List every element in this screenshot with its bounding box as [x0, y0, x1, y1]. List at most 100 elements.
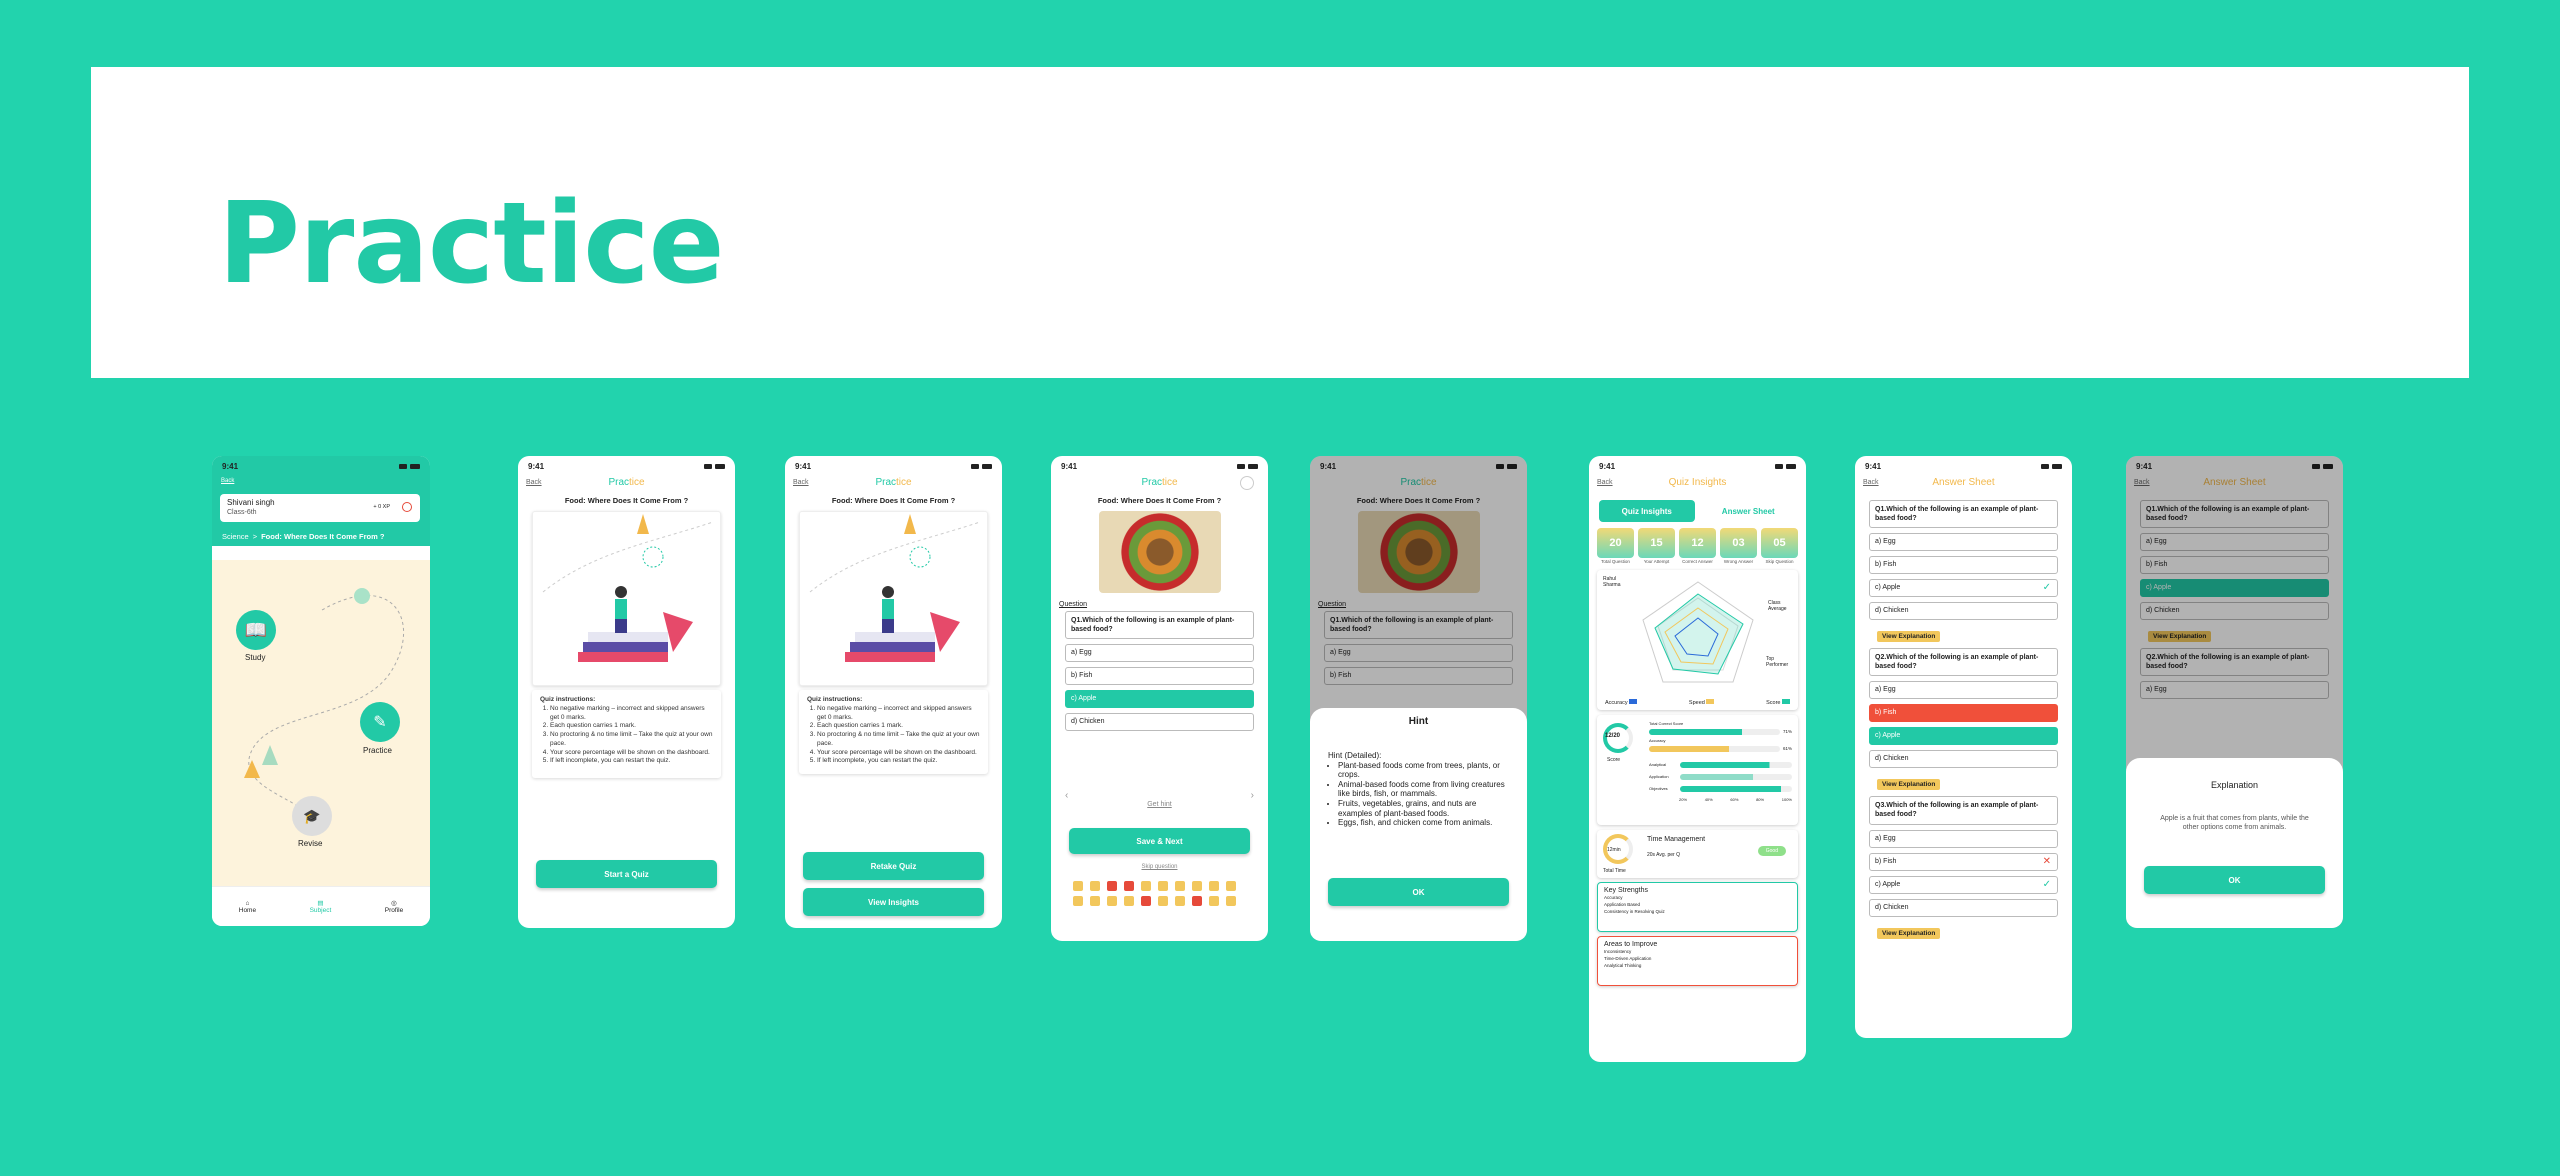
phone-practice-intro: 9:41 Back Practice Food: Where Does It Co… — [518, 456, 735, 928]
hint-item: Eggs, fish, and chicken come from animal… — [1338, 818, 1509, 828]
question-dot[interactable] — [1226, 896, 1236, 906]
retake-quiz-button[interactable]: Retake Quiz — [803, 852, 984, 880]
bar-fill — [1649, 745, 1780, 752]
food-image — [1098, 511, 1221, 593]
bar-value: 71% — [1782, 729, 1792, 735]
question-dot[interactable] — [1175, 896, 1185, 906]
question-dot[interactable] — [1090, 881, 1100, 891]
status-time: 9:41 — [1865, 461, 1882, 471]
option-b[interactable]: b) Fish — [1065, 667, 1254, 686]
bar-fill — [1680, 773, 1792, 780]
score-label: Score — [1607, 756, 1621, 763]
save-next-button[interactable]: Save & Next — [1069, 828, 1250, 854]
question-dot[interactable] — [1090, 896, 1100, 906]
view-explanation-button[interactable]: View Explanation — [1877, 779, 1941, 791]
question-dot[interactable] — [1124, 896, 1134, 906]
refresh-icon[interactable] — [402, 502, 412, 512]
tab-quiz-insights[interactable]: Quiz Insights — [1599, 500, 1695, 522]
practice-node-icon[interactable]: ✎ — [360, 702, 400, 742]
get-hint-link[interactable]: Get hint — [1051, 801, 1268, 808]
view-explanation-button[interactable]: View Explanation — [1877, 927, 1941, 939]
question-dot[interactable] — [1073, 881, 1083, 891]
explanation-sheet: Explanation Apple is a fruit that comes … — [2126, 758, 2343, 928]
legend-accuracy: Accuracy — [1605, 698, 1638, 706]
question-dot[interactable] — [1158, 881, 1168, 891]
radar-card: Rahul Sharma Class Average Top Performer… — [1597, 570, 1798, 710]
improve-item: Time-Driven Application — [1604, 956, 1652, 962]
tab-answer-sheet[interactable]: Answer Sheet — [1701, 500, 1797, 522]
question-dot[interactable] — [1158, 896, 1168, 906]
option-d[interactable]: d) Chicken — [1065, 713, 1254, 732]
screen-title: Practice — [875, 477, 912, 488]
bar-label: Objectives — [1649, 786, 1668, 792]
strengths-list: Accuracy Application Based Consistency i… — [1604, 894, 1791, 916]
hint-ok-button[interactable]: OK — [1328, 878, 1509, 906]
revise-node-icon[interactable]: 🎓 — [292, 796, 332, 836]
screen-title: Quiz Insights — [1668, 477, 1727, 488]
strength-item: Accuracy — [1604, 894, 1623, 900]
next-question-icon[interactable]: › — [1251, 790, 1254, 801]
back-link[interactable]: Back — [221, 478, 234, 484]
question-dot[interactable] — [1124, 881, 1134, 891]
option-a[interactable]: a) Egg — [1065, 644, 1254, 663]
stat-label: Wrong Answer — [1723, 559, 1754, 564]
stat-skip: 05 Skip Question — [1761, 528, 1798, 565]
revise-label: Revise — [298, 839, 323, 848]
hint-item: Plant-based foods come from trees, plant… — [1338, 761, 1509, 780]
question-dot[interactable] — [1073, 896, 1083, 906]
time-label: Total Time — [1603, 867, 1626, 874]
view-insights-button[interactable]: View Insights — [803, 888, 984, 916]
q3-option-a: a) Egg — [1869, 829, 2058, 848]
quiz-instructions: Quiz instructions: No negative marking –… — [799, 690, 988, 774]
question-dot[interactable] — [1192, 896, 1202, 906]
hint-icon[interactable] — [1240, 476, 1254, 490]
question-text: Q1.Which of the following is an example … — [1065, 611, 1254, 640]
status-icons — [399, 463, 420, 469]
q3-option-d: d) Chicken — [1869, 898, 2058, 917]
explanation-ok-button[interactable]: OK — [2144, 866, 2325, 894]
option-c[interactable]: c) Apple — [1065, 690, 1254, 709]
user-name: Shivani singh — [227, 498, 275, 507]
start-quiz-button[interactable]: Start a Quiz — [536, 860, 717, 888]
profile-icon: ◎ — [391, 900, 397, 907]
question-dot[interactable] — [1107, 881, 1117, 891]
phone-question: 9:41 Practice Food: Where Does It Come F… — [1051, 456, 1268, 941]
status-icons — [971, 463, 992, 469]
improve-item: Inconsistency — [1604, 948, 1632, 954]
radar-label: Top Performer — [1766, 655, 1789, 668]
question-dot[interactable] — [1192, 881, 1202, 891]
instructions-list: No negative marking – incorrect and skip… — [807, 705, 980, 766]
question-dot[interactable] — [1209, 896, 1219, 906]
page-title: Practice — [218, 179, 725, 309]
question-dot[interactable] — [1141, 881, 1151, 891]
question-label: Question — [1059, 601, 1088, 608]
question-2: Q2.Which of the following is an example … — [1869, 648, 2058, 677]
instruction-item: Each question carries 1 mark. — [817, 722, 980, 731]
status-icons — [1237, 463, 1258, 469]
breadcrumb-subject[interactable]: Science — [222, 532, 249, 541]
hint-list: Plant-based foods come from trees, plant… — [1328, 761, 1509, 828]
books-illustration — [542, 514, 714, 662]
question-dot[interactable] — [1141, 896, 1151, 906]
instruction-item: No negative marking – incorrect and skip… — [550, 705, 713, 723]
nav-profile[interactable]: ◎ Profile — [385, 899, 403, 914]
question-dot[interactable] — [1107, 896, 1117, 906]
breadcrumb-topic: Food: Where Does It Come From ? — [261, 532, 385, 541]
legend-speed: Speed — [1689, 698, 1715, 706]
question-dot[interactable] — [1209, 881, 1219, 891]
study-node-icon[interactable]: 📖 — [236, 610, 276, 650]
prev-question-icon[interactable]: ‹ — [1065, 790, 1068, 801]
radar-label: Class Average — [1768, 599, 1787, 612]
nav-subject[interactable]: ▤ Subject — [310, 899, 332, 914]
practice-label: Practice — [363, 746, 392, 755]
question-dot[interactable] — [1226, 881, 1236, 891]
view-explanation-button[interactable]: View Explanation — [1877, 631, 1941, 643]
nav-home[interactable]: ⌂ Home — [239, 900, 256, 914]
bar-fill — [1680, 785, 1792, 792]
practice-illustration — [799, 511, 988, 686]
cross-icon: ✕ — [2042, 855, 2051, 867]
instruction-item: No proctoring & no time limit – Take the… — [550, 731, 713, 749]
question-dot[interactable] — [1175, 881, 1185, 891]
nav-home-label: Home — [238, 906, 257, 914]
skip-question-link[interactable]: Skip question — [1051, 864, 1268, 870]
